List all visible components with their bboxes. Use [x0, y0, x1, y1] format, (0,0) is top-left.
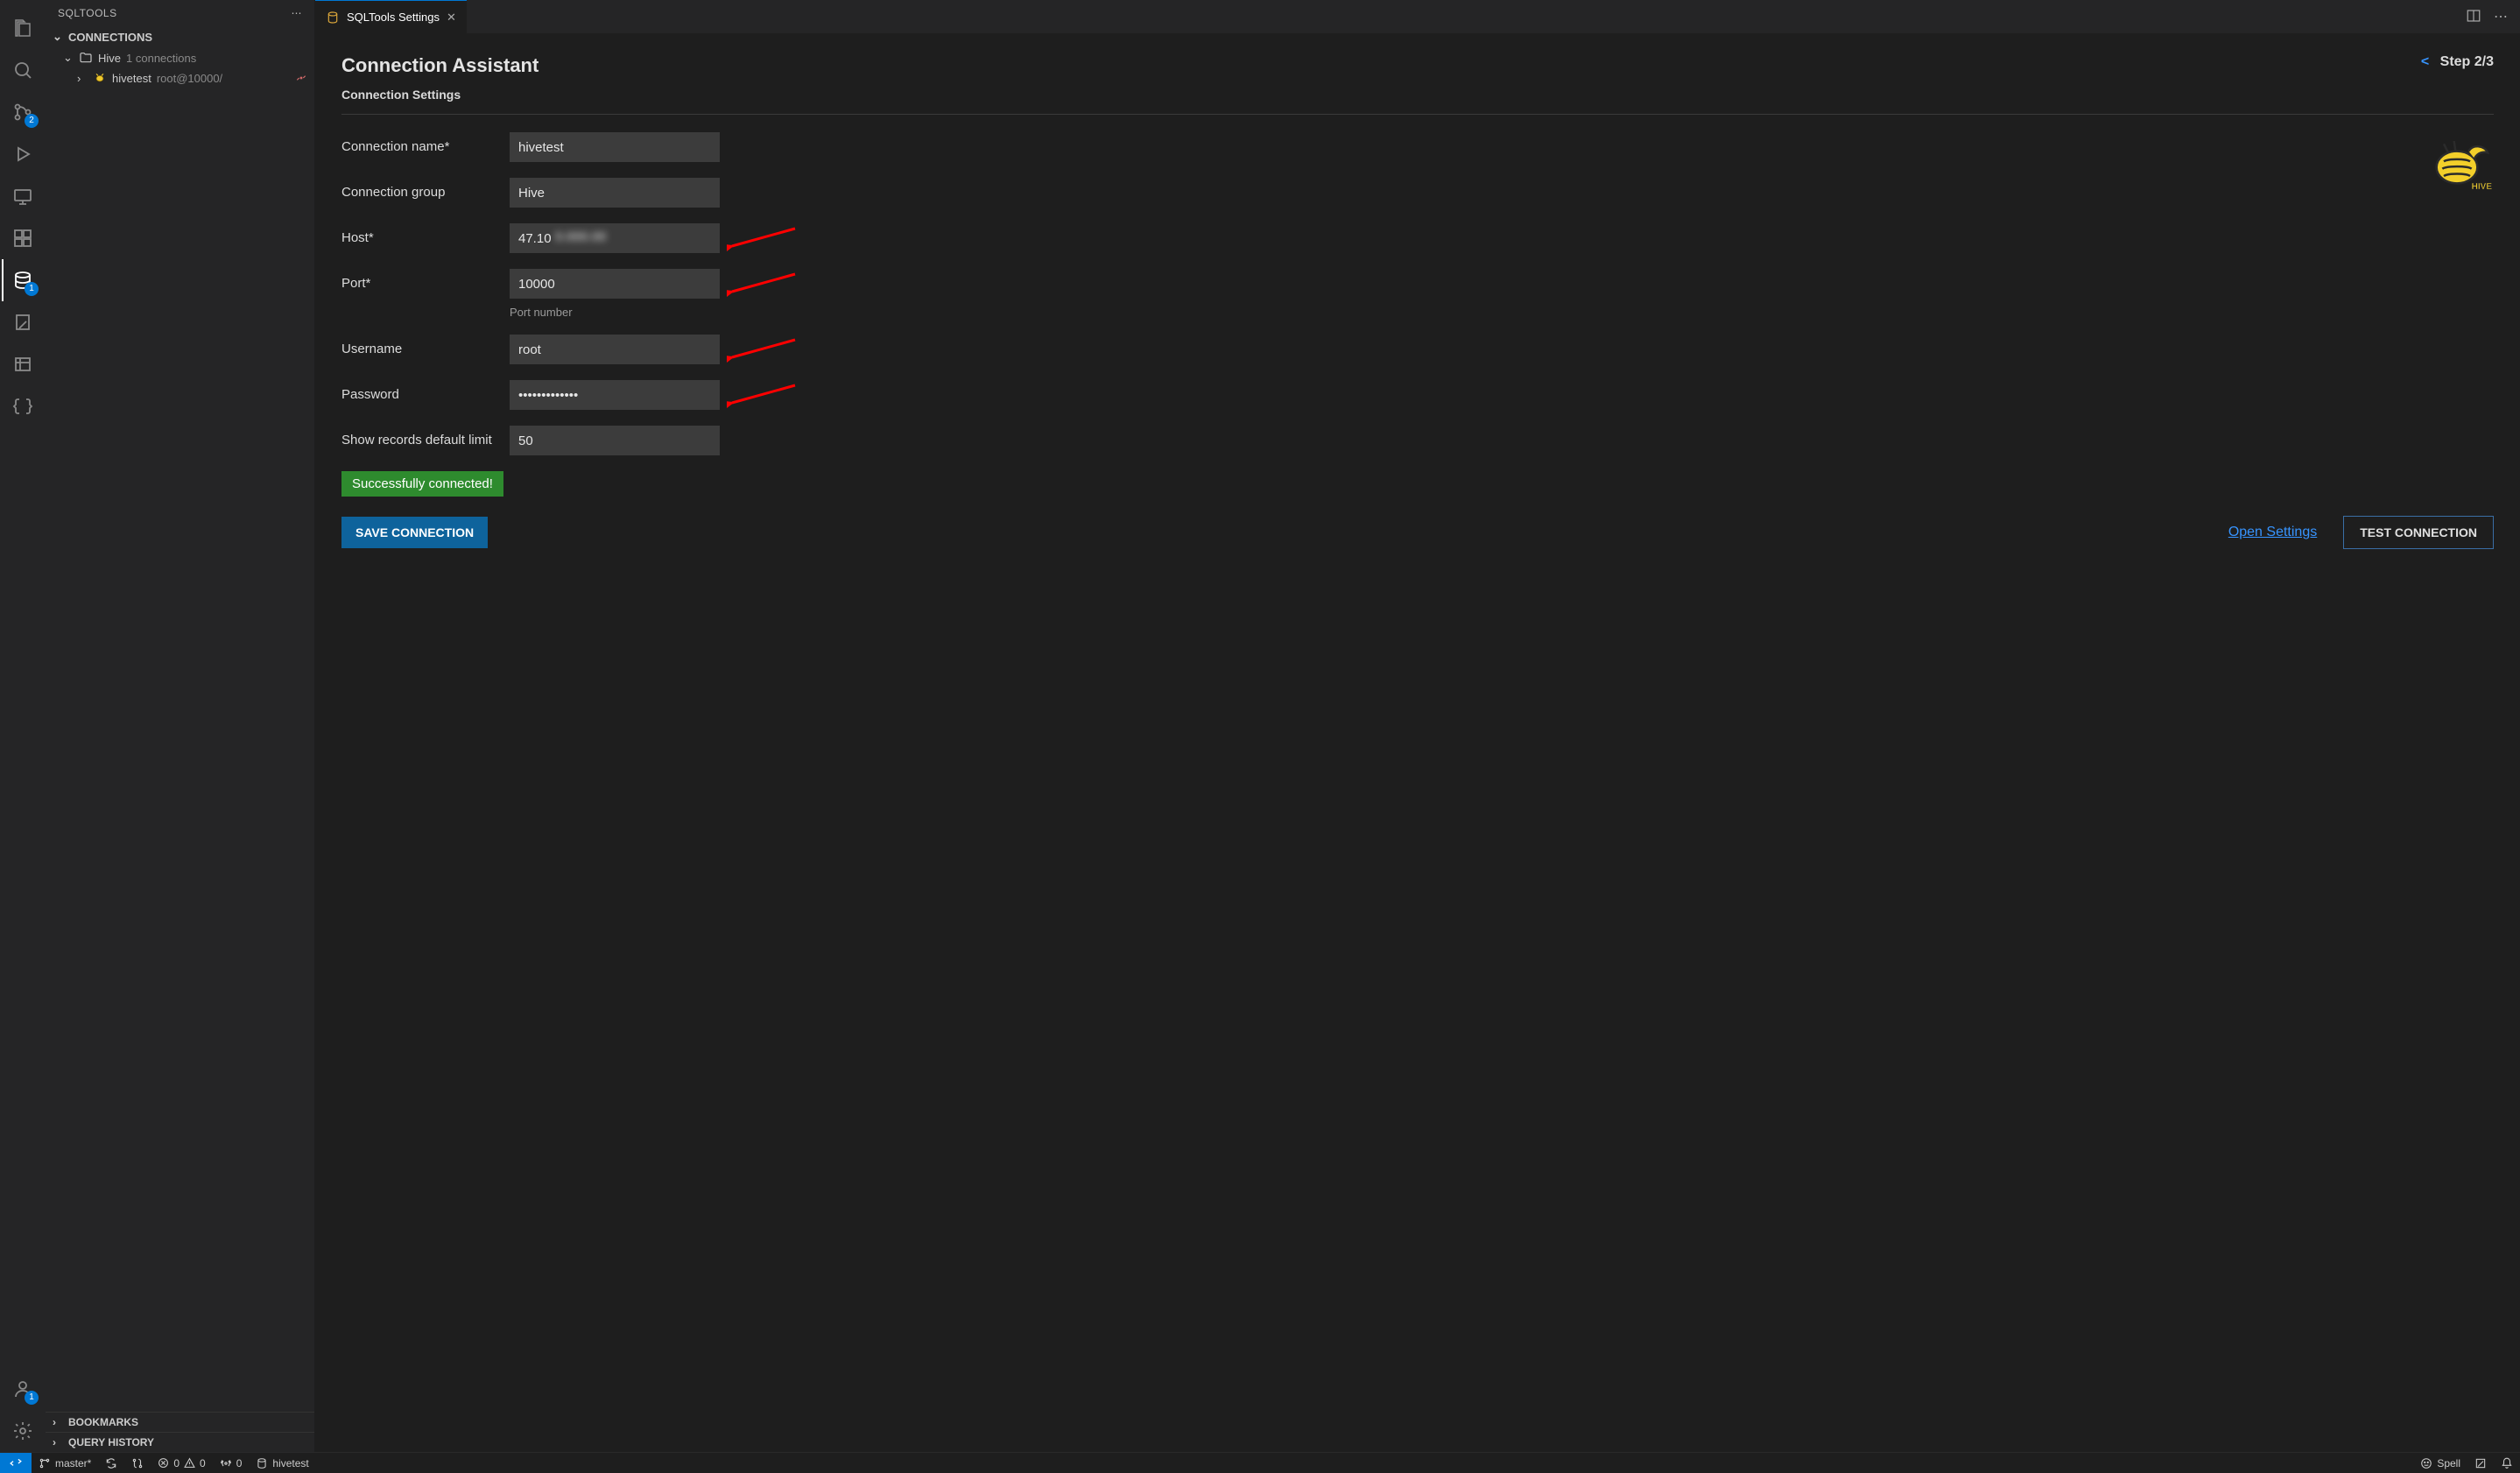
connection-group-hive[interactable]: ⌄ Hive 1 connections	[46, 47, 314, 68]
step-indicator: < Step 2/3	[2421, 54, 2494, 70]
annotation-arrow	[727, 336, 797, 363]
open-settings-link[interactable]: Open Settings	[2228, 525, 2317, 540]
extensions-icon[interactable]	[2, 217, 44, 259]
label-connection-group: Connection group	[341, 184, 496, 201]
chevron-right-icon: ›	[53, 1416, 63, 1428]
connection-name-input[interactable]	[510, 132, 720, 162]
connection-detail: root@10000/	[157, 72, 222, 85]
source-control-icon[interactable]: 2	[2, 91, 44, 133]
chevron-down-icon: ⌄	[53, 30, 63, 44]
spell-label: Spell	[2437, 1457, 2460, 1469]
notifications-icon[interactable]	[2494, 1457, 2520, 1469]
tab-sqltools-settings[interactable]: SQLTools Settings ✕	[315, 0, 467, 33]
group-count: 1 connections	[126, 52, 196, 65]
hive-bee-icon	[93, 71, 107, 85]
group-name: Hive	[98, 52, 121, 65]
test-connection-button[interactable]: TEST CONNECTION	[2343, 516, 2494, 549]
port-input[interactable]	[510, 269, 720, 299]
chevron-right-icon: ›	[77, 72, 88, 85]
sync-item[interactable]	[98, 1453, 124, 1473]
ports-count: 0	[236, 1457, 243, 1469]
section-bookmarks[interactable]: › BOOKMARKS	[46, 1412, 314, 1432]
bookmarks-label: BOOKMARKS	[68, 1416, 138, 1428]
bracket-icon[interactable]	[2, 385, 44, 427]
warning-count: 0	[200, 1457, 206, 1469]
divider	[341, 114, 2494, 115]
label-password: Password	[341, 386, 496, 404]
git-branch-item[interactable]: master*	[32, 1453, 98, 1473]
settings-gear-icon[interactable]	[2, 1410, 44, 1452]
success-message: Successfully connected!	[341, 471, 503, 497]
error-count: 0	[173, 1457, 179, 1469]
section-query-history[interactable]: › QUERY HISTORY	[46, 1432, 314, 1452]
problems-item[interactable]: 0 0	[151, 1453, 212, 1473]
label-port: Port*	[341, 275, 496, 292]
limit-input[interactable]	[510, 426, 720, 455]
scm-badge: 2	[25, 114, 39, 128]
port-hint: Port number	[510, 306, 2494, 319]
active-connection-name: hivetest	[272, 1457, 308, 1469]
save-connection-button[interactable]: SAVE CONNECTION	[341, 517, 488, 548]
statusbar: master* 0 0 0 hivetest Spell	[0, 1452, 2520, 1473]
close-icon[interactable]: ✕	[447, 11, 456, 25]
account-icon[interactable]: 1	[2, 1368, 44, 1410]
password-input[interactable]	[510, 380, 720, 410]
connection-item-hivetest[interactable]: › hivetest root@10000/	[46, 68, 314, 88]
annotation-arrow	[727, 382, 797, 408]
sidebar-more-icon[interactable]: ⋯	[292, 7, 303, 19]
section-connections[interactable]: ⌄ CONNECTIONS	[46, 26, 314, 47]
page-subtitle: Connection Settings	[341, 88, 2494, 102]
search-icon[interactable]	[2, 49, 44, 91]
chevron-down-icon: ⌄	[63, 51, 74, 65]
notebook-icon[interactable]	[2, 301, 44, 343]
label-username: Username	[341, 341, 496, 358]
active-connection-item[interactable]: hivetest	[249, 1453, 315, 1473]
step-text: Step 2/3	[2440, 54, 2494, 69]
explorer-icon[interactable]	[2, 7, 44, 49]
more-actions-icon[interactable]: ⋯	[2494, 8, 2508, 25]
activity-bar: 2 1	[0, 0, 46, 1452]
sidebar: SQLTOOLS ⋯ ⌄ CONNECTIONS ⌄ Hive 1 connec…	[46, 0, 315, 1452]
feedback-icon[interactable]	[2467, 1457, 2494, 1469]
page-title: Connection Assistant	[341, 54, 538, 77]
branch-name: master*	[55, 1457, 91, 1469]
label-connection-name: Connection name*	[341, 138, 496, 156]
spell-item[interactable]: Spell	[2413, 1457, 2467, 1469]
sqltools-icon[interactable]: 1	[2, 259, 44, 301]
label-limit: Show records default limit	[341, 432, 496, 449]
annotation-arrow	[727, 225, 797, 251]
split-editor-icon[interactable]	[2466, 8, 2481, 25]
label-host: Host*	[341, 229, 496, 247]
host-obscured: 0.000.00	[555, 229, 606, 244]
sidebar-title: SQLTOOLS	[58, 7, 117, 19]
query-history-label: QUERY HISTORY	[68, 1436, 154, 1448]
chevron-right-icon: ›	[53, 1436, 63, 1448]
connection-name: hivetest	[112, 72, 151, 85]
db-badge: 1	[25, 282, 39, 296]
username-input[interactable]	[510, 335, 720, 364]
remote-indicator[interactable]	[0, 1453, 32, 1473]
tab-title: SQLTools Settings	[347, 11, 440, 24]
host-input[interactable]	[510, 223, 720, 253]
disconnect-icon[interactable]	[295, 72, 307, 84]
bookmark-panel-icon[interactable]	[2, 343, 44, 385]
run-debug-icon[interactable]	[2, 133, 44, 175]
editor-area: SQLTools Settings ✕ ⋯ Connection Assista…	[315, 0, 2520, 1452]
git-compare-item[interactable]	[124, 1453, 151, 1473]
remote-explorer-icon[interactable]	[2, 175, 44, 217]
tabbar: SQLTools Settings ✕ ⋯	[315, 0, 2520, 33]
connection-group-input[interactable]	[510, 178, 720, 208]
connections-label: CONNECTIONS	[68, 31, 152, 44]
folder-icon	[79, 51, 93, 65]
ports-item[interactable]: 0	[213, 1453, 250, 1473]
database-icon	[326, 11, 340, 25]
step-back-button[interactable]: <	[2421, 54, 2429, 69]
annotation-arrow	[727, 271, 797, 297]
account-badge: 1	[25, 1391, 39, 1405]
